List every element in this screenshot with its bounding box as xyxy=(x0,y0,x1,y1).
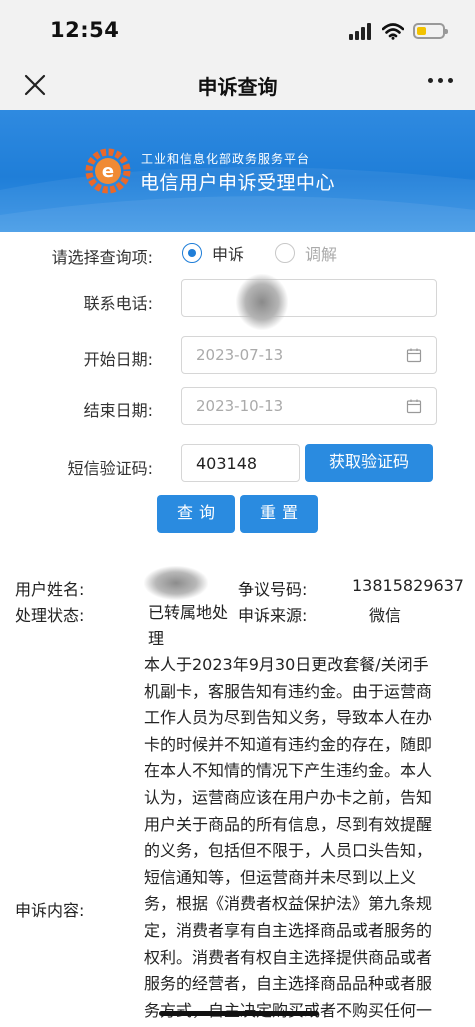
dispute-number-label: 争议号码: xyxy=(238,580,308,599)
get-code-button[interactable]: 获取验证码 xyxy=(305,444,433,482)
end-date-label: 结束日期: xyxy=(83,401,153,420)
calendar-icon xyxy=(406,348,422,363)
phone-label: 联系电话: xyxy=(83,294,153,313)
user-name-redacted xyxy=(144,566,208,600)
header-banner: e 工业和信息化部政务服务平台 电信用户申诉受理中心 xyxy=(0,110,475,232)
banner-subtitle: 工业和信息化部政务服务平台 xyxy=(141,152,311,166)
sms-code-input[interactable]: 403148 xyxy=(181,444,300,482)
status-icons xyxy=(349,20,448,42)
radio-complaint-label[interactable]: 申诉 xyxy=(212,241,244,265)
telecom-logo-icon: e xyxy=(85,148,131,194)
sms-code-label: 短信验证码: xyxy=(67,459,153,478)
page-title: 申诉查询 xyxy=(197,75,278,99)
start-date-label: 开始日期: xyxy=(83,350,153,369)
home-indicator xyxy=(159,1011,319,1016)
phone-input[interactable] xyxy=(181,279,437,317)
banner-title: 电信用户申诉受理中心 xyxy=(140,172,336,194)
battery-icon xyxy=(413,23,448,39)
dispute-number-value: 13815829637 xyxy=(352,576,464,595)
query-button[interactable]: 查询 xyxy=(157,495,235,533)
radio-mediation[interactable] xyxy=(275,243,296,263)
start-date-input[interactable]: 2023-07-13 xyxy=(181,336,437,374)
status-bar: 12:54 xyxy=(0,0,475,60)
end-date-value: 2023-10-13 xyxy=(196,397,284,415)
reset-button[interactable]: 重置 xyxy=(240,495,318,533)
nav-bar: 申诉查询 xyxy=(0,60,475,110)
source-label: 申诉来源: xyxy=(238,606,308,625)
status-value: 已转属地处理 xyxy=(148,603,229,648)
radio-complaint[interactable] xyxy=(182,243,202,263)
query-type-label: 请选择查询项: xyxy=(51,248,153,267)
status-time: 12:54 xyxy=(50,18,120,42)
more-options-icon[interactable] xyxy=(428,78,453,83)
radio-mediation-label[interactable]: 调解 xyxy=(305,241,337,265)
cellular-signal-icon xyxy=(349,22,373,40)
complaint-content: 本人于2023年9月30日更改套餐/关闭手机副卡，客服告知有违约金。由于运营商工… xyxy=(144,655,433,1020)
source-value: 微信 xyxy=(369,606,402,625)
wifi-icon xyxy=(382,22,404,40)
query-type-radio-group: 申诉 调解 xyxy=(182,241,368,265)
svg-text:e: e xyxy=(102,161,114,182)
calendar-icon xyxy=(406,399,422,414)
phone-redacted xyxy=(236,274,288,330)
user-name-label: 用户姓名: xyxy=(15,580,85,599)
sms-code-value: 403148 xyxy=(196,454,258,473)
start-date-value: 2023-07-13 xyxy=(196,346,284,364)
content-label: 申诉内容: xyxy=(15,901,85,920)
status-label: 处理状态: xyxy=(15,606,85,625)
end-date-input[interactable]: 2023-10-13 xyxy=(181,387,437,425)
